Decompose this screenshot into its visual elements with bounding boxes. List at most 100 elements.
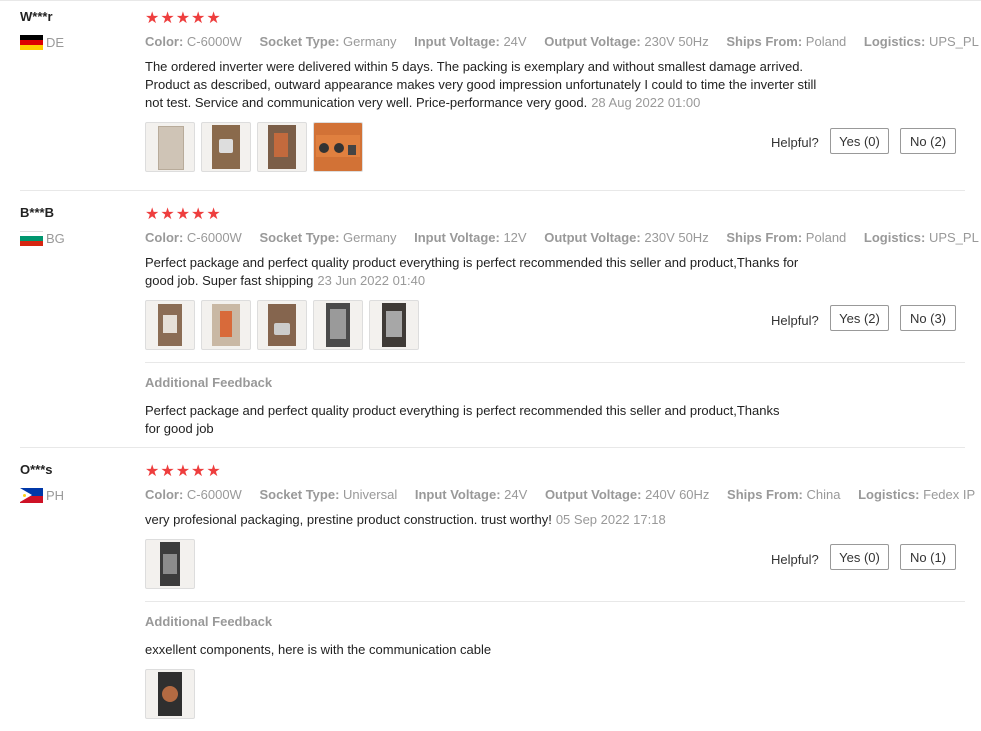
review-photo-thumbnail[interactable] [257,300,307,350]
reviewer-country: PH [20,488,64,503]
helpful-label: Helpful? [771,135,819,150]
star-rating: ★★★★★ [145,463,222,480]
review-text-line: Product as described, outward appearance… [145,77,817,92]
review-text-line: very profesional packaging, prestine pro… [145,512,552,527]
attr-input-key: Input Voltage: [414,34,500,49]
additional-feedback-title: Additional Feedback [145,375,273,390]
attr-output-value: 230V 50Hz [644,34,709,49]
attr-output-value: 230V 50Hz [644,230,709,245]
additional-feedback-line: for good job [145,421,214,436]
attr-logistics-key: Logistics: [863,230,926,245]
attr-ships-key: Ships From: [726,230,803,245]
review-text-line: not test. Service and communication very… [145,95,588,110]
review-photo-thumbnail[interactable] [145,122,195,172]
review-photos [145,539,195,589]
helpful-label: Helpful? [771,313,819,328]
attr-output-value: 240V 60Hz [645,487,710,502]
additional-feedback-text: Perfect package and perfect quality prod… [145,402,835,438]
product-attributes: Color: C-6000W Socket Type: Universal In… [145,487,981,502]
review-date: 05 Sep 2022 17:18 [555,512,666,527]
attr-logistics-key: Logistics: [863,34,926,49]
reviewer-name: O***s [20,462,53,477]
attr-ships-value: Poland [805,230,847,245]
attr-logistics-value: UPS_PL [928,34,979,49]
review-photo-thumbnail[interactable] [313,300,363,350]
review-text-line: good job. Super fast shipping [145,273,314,288]
star-rating: ★★★★★ [145,10,222,27]
review-text-line: Perfect package and perfect quality prod… [145,255,799,270]
review-photo-thumbnail[interactable] [313,122,363,172]
attr-input-key: Input Voltage: [414,230,500,245]
additional-feedback-line: Perfect package and perfect quality prod… [145,403,780,418]
feedback-divider [145,601,965,602]
review-date: 28 Aug 2022 01:00 [591,95,701,110]
attr-input-value: 24V [504,487,528,502]
attr-color-key: Color: [145,34,184,49]
country-code: BG [46,231,65,246]
attr-color-value: C-6000W [186,487,242,502]
additional-feedback-title: Additional Feedback [145,614,273,629]
review-text: The ordered inverter were delivered with… [145,58,860,112]
review-divider [20,190,965,191]
additional-feedback-line: exxellent components, here is with the c… [145,642,492,657]
additional-feedback-photos [145,669,195,719]
attr-socket-key: Socket Type: [259,487,340,502]
flag-bulgaria-icon [20,231,43,246]
review-photo-thumbnail[interactable] [369,300,419,350]
review-photo-thumbnail[interactable] [201,300,251,350]
review-photos [145,300,419,350]
attr-socket-value: Germany [343,34,397,49]
country-code: PH [46,488,65,503]
attr-color-key: Color: [145,487,184,502]
helpful-no-button[interactable]: No (3) [900,305,956,331]
attr-logistics-value: UPS_PL [928,230,979,245]
helpful-yes-button[interactable]: Yes (0) [830,544,889,570]
additional-feedback-text: exxellent components, here is with the c… [145,641,860,659]
reviewer-name: B***B [20,205,54,220]
attr-socket-key: Socket Type: [259,34,340,49]
attr-ships-value: Poland [805,34,847,49]
attr-ships-value: China [806,487,841,502]
attr-output-key: Output Voltage: [544,230,641,245]
flag-philippines-icon [20,488,43,503]
star-rating: ★★★★★ [145,206,222,223]
review-date: 23 Jun 2022 01:40 [317,273,426,288]
feedback-divider [145,362,965,363]
attr-color-key: Color: [145,230,184,245]
attr-output-key: Output Voltage: [544,487,642,502]
helpful-label: Helpful? [771,552,819,567]
flag-germany-icon [20,35,43,50]
reviewer-country: BG [20,231,65,246]
attr-input-value: 24V [503,34,527,49]
product-attributes: Color: C-6000W Socket Type: Germany Inpu… [145,230,981,245]
review-photo-thumbnail[interactable] [201,122,251,172]
country-code: DE [46,35,65,50]
review-photo-thumbnail[interactable] [257,122,307,172]
review-divider [20,447,965,448]
attr-color-value: C-6000W [186,34,242,49]
helpful-yes-button[interactable]: Yes (0) [830,128,889,154]
attr-logistics-value: Fedex IP [923,487,976,502]
helpful-no-button[interactable]: No (2) [900,128,956,154]
review-photo-thumbnail[interactable] [145,539,195,589]
attr-socket-value: Germany [343,230,397,245]
review-photo-thumbnail[interactable] [145,300,195,350]
attr-input-value: 12V [503,230,527,245]
attr-input-key: Input Voltage: [414,487,501,502]
review-text: very profesional packaging, prestine pro… [145,511,860,529]
attr-ships-key: Ships From: [727,487,803,502]
attr-socket-key: Socket Type: [259,230,340,245]
attr-socket-value: Universal [343,487,398,502]
attr-output-key: Output Voltage: [544,34,641,49]
reviewer-country: DE [20,35,64,50]
top-divider [0,0,981,1]
reviewer-name: W***r [20,9,53,24]
review-photos [145,122,363,172]
helpful-yes-button[interactable]: Yes (2) [830,305,889,331]
review-photo-thumbnail[interactable] [145,669,195,719]
attr-logistics-key: Logistics: [858,487,920,502]
attr-color-value: C-6000W [186,230,242,245]
helpful-no-button[interactable]: No (1) [900,544,956,570]
review-text: Perfect package and perfect quality prod… [145,254,860,290]
review-text-line: The ordered inverter were delivered with… [145,59,804,74]
